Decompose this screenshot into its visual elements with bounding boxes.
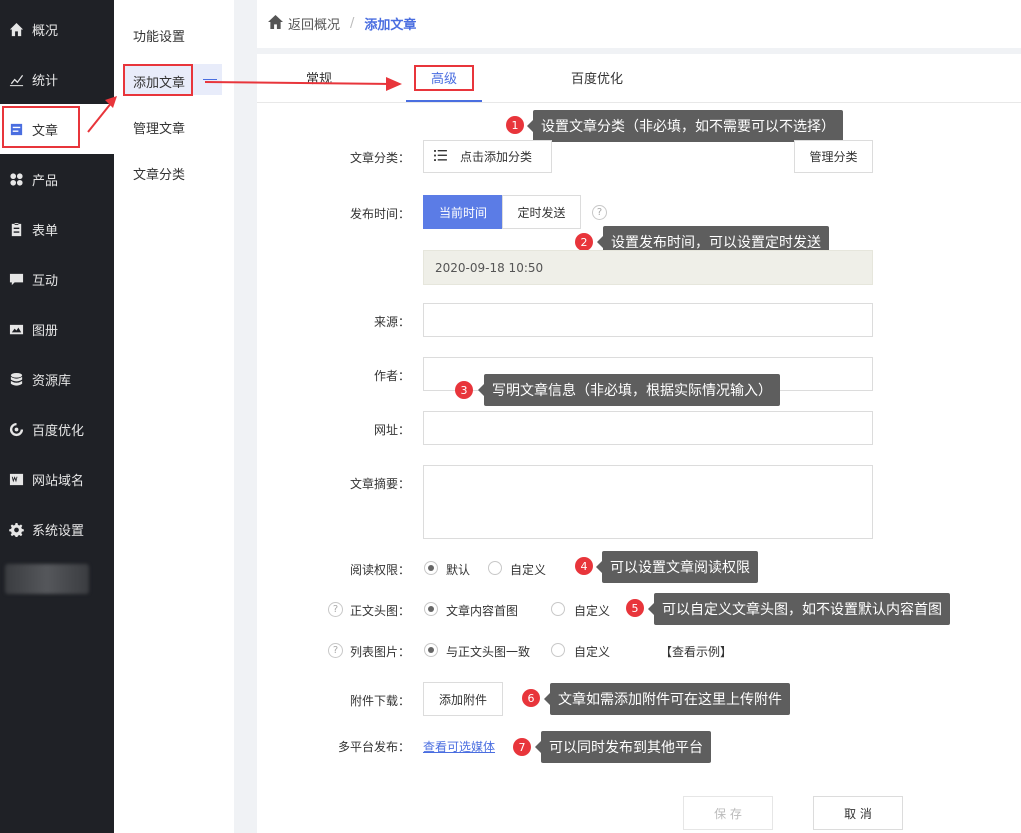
chat-icon xyxy=(8,271,24,287)
sidebar-item-label: 互动 xyxy=(32,273,59,289)
breadcrumb-separator: / xyxy=(350,16,355,31)
manage-category-button[interactable]: 管理分类 xyxy=(794,140,873,173)
highlight-box-advanced-tab xyxy=(414,65,474,91)
add-category-button[interactable]: 点击添加分类 xyxy=(423,140,552,173)
tip-number-7: 7 xyxy=(513,738,531,756)
list-icon xyxy=(434,149,448,164)
breadcrumb-current: 添加文章 xyxy=(364,18,417,33)
sidebar-item-form[interactable]: 表单 xyxy=(0,204,114,254)
save-button[interactable]: 保 存 xyxy=(683,796,773,830)
stats-icon xyxy=(8,71,24,87)
view-media-link[interactable]: 查看可选媒体 xyxy=(423,738,495,755)
seo-icon xyxy=(8,421,24,437)
sidebar-item-product[interactable]: 产品 xyxy=(0,154,114,204)
tip-article-info: 写明文章信息（非必填，根据实际情况输入） xyxy=(478,374,780,406)
attachment-label: 附件下载： xyxy=(349,694,410,708)
header-custom-radio[interactable] xyxy=(551,602,565,616)
gear-icon xyxy=(8,521,24,537)
summary-label: 文章摘要： xyxy=(349,477,410,491)
publish-time-label: 发布时间： xyxy=(349,207,410,221)
tip-number-1: 1 xyxy=(506,116,524,134)
publish-timed-button[interactable]: 定时发送 xyxy=(502,195,581,229)
sidebar-item-label: 统计 xyxy=(32,73,59,89)
tip-number-6: 6 xyxy=(522,689,540,707)
sidebar-item-label: 网站域名 xyxy=(32,473,85,489)
breadcrumb-back-link[interactable]: 返回概况 xyxy=(288,14,340,33)
list-same-radio[interactable] xyxy=(424,643,438,657)
header-first-image-label: 文章内容首图 xyxy=(446,604,519,618)
domain-icon xyxy=(8,471,24,487)
tab-general[interactable]: 常规 xyxy=(306,68,332,87)
product-icon xyxy=(8,171,24,187)
category-label: 文章分类： xyxy=(349,151,410,165)
read-default-label: 默认 xyxy=(446,563,471,577)
read-permission-label: 阅读权限： xyxy=(349,563,410,577)
tip-category: 设置文章分类（非必填，如不需要可以不选择） xyxy=(527,110,843,142)
view-example-link[interactable]: 【查看示例】 xyxy=(660,643,732,660)
tip-number-2: 2 xyxy=(575,233,593,251)
tip-number-4: 4 xyxy=(575,557,593,575)
sidebar-item-label: 概况 xyxy=(32,23,59,39)
read-default-radio[interactable] xyxy=(424,561,438,575)
breadcrumb: 返回概况 / 添加文章 xyxy=(268,14,416,33)
read-custom-label: 自定义 xyxy=(510,563,547,577)
header-first-image-radio[interactable] xyxy=(424,602,438,616)
sidebar-item-label: 系统设置 xyxy=(32,523,85,539)
author-label: 作者： xyxy=(373,369,410,383)
cancel-button[interactable]: 取 消 xyxy=(813,796,903,830)
sidebar-item-resources[interactable]: 资源库 xyxy=(0,354,114,404)
sidebar-item-stats[interactable]: 统计 xyxy=(0,54,114,104)
highlight-box-add-article xyxy=(123,64,193,96)
source-input[interactable] xyxy=(423,303,873,337)
list-custom-radio[interactable] xyxy=(551,643,565,657)
publish-time-input[interactable]: 2020-09-18 10:50 xyxy=(423,250,873,285)
source-label: 来源： xyxy=(373,315,410,329)
help-icon[interactable]: ? xyxy=(592,205,607,220)
add-category-label: 点击添加分类 xyxy=(460,150,533,164)
sidebar-item-label: 表单 xyxy=(32,223,59,239)
sidebar-item-interaction[interactable]: 互动 xyxy=(0,254,114,304)
submenu-item-function-settings[interactable]: 功能设置 xyxy=(133,26,185,45)
tip-number-3: 3 xyxy=(455,381,473,399)
list-custom-label: 自定义 xyxy=(574,645,611,659)
add-attachment-button[interactable]: 添加附件 xyxy=(423,682,503,716)
gallery-icon xyxy=(8,321,24,337)
header-custom-label: 自定义 xyxy=(574,604,611,618)
tip-multi-platform: 可以同时发布到其他平台 xyxy=(535,731,711,763)
blurred-user-avatar[interactable] xyxy=(5,564,89,594)
form-icon xyxy=(8,221,24,237)
sidebar-item-seo[interactable]: 百度优化 xyxy=(0,404,114,454)
highlight-box-article-menu xyxy=(2,106,80,148)
url-label: 网址： xyxy=(373,423,410,437)
read-custom-radio[interactable] xyxy=(488,561,502,575)
sidebar-item-gallery[interactable]: 图册 xyxy=(0,304,114,354)
sidebar-item-domain[interactable]: 网站域名 xyxy=(0,454,114,504)
header-image-label: 正文头图： xyxy=(349,604,410,618)
sidebar-item-settings[interactable]: 系统设置 xyxy=(0,504,114,554)
multi-platform-label: 多平台发布： xyxy=(337,740,410,754)
list-image-label: 列表图片： xyxy=(349,645,410,659)
list-same-label: 与正文头图一致 xyxy=(446,645,531,659)
tip-number-5: 5 xyxy=(626,599,644,617)
home-icon[interactable] xyxy=(268,14,288,33)
tip-header-image: 可以自定义文章头图，如不设置默认内容首图 xyxy=(648,593,950,625)
tip-read-permission: 可以设置文章阅读权限 xyxy=(596,551,758,583)
url-input[interactable] xyxy=(423,411,873,445)
tab-baidu-seo[interactable]: 百度优化 xyxy=(571,68,623,87)
sidebar-item-overview[interactable]: 概况 xyxy=(0,4,114,54)
tabs-divider xyxy=(257,102,1021,103)
sidebar-item-label: 产品 xyxy=(32,173,59,189)
publish-now-button[interactable]: 当前时间 xyxy=(423,195,503,229)
summary-textarea[interactable] xyxy=(423,465,873,539)
database-icon xyxy=(8,371,24,387)
submenu-item-manage-article[interactable]: 管理文章 xyxy=(133,118,185,137)
sidebar-item-label: 百度优化 xyxy=(32,423,85,439)
sidebar-item-label: 资源库 xyxy=(32,373,72,389)
submenu-active-indicator xyxy=(203,79,217,80)
tip-attachment: 文章如需添加附件可在这里上传附件 xyxy=(544,683,790,715)
submenu-item-article-category[interactable]: 文章分类 xyxy=(133,164,185,183)
sidebar-item-label: 图册 xyxy=(32,323,59,339)
home-icon xyxy=(8,21,24,37)
